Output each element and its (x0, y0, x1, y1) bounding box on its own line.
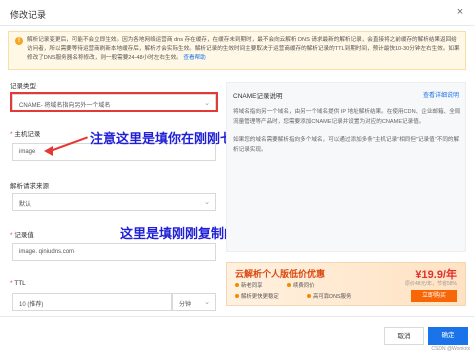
promo-feature-text: 续费同价 (293, 283, 315, 289)
info-detail-link[interactable]: 查看详细说明 (423, 90, 459, 99)
source-select[interactable]: 默认 ⌄ (12, 193, 216, 211)
buy-now-button[interactable]: 立即购买 (411, 290, 457, 302)
info-title: CNAME记录说明 (233, 93, 283, 100)
chevron-down-icon: ⌄ (204, 199, 210, 206)
source-label: 解析请求来源 (10, 183, 49, 190)
cname-info-panel: CNAME记录说明 查看详细说明 将域名指向另一个域名，由另一个域名提供 IP … (226, 82, 466, 252)
source-value: 默认 (19, 202, 32, 208)
host-value: image (19, 149, 36, 155)
chevron-down-icon: ⌄ (204, 299, 210, 306)
bullet-icon (235, 283, 239, 287)
dialog-title: 修改记录 (10, 10, 47, 20)
value-label: * 记录值 (10, 229, 34, 239)
notice-body: 解析记录变更后，可能不会立即生效。因为各地网络运营商 dns 存在缓存，在缓存未… (27, 37, 460, 61)
help-link[interactable]: 查看帮助 (183, 55, 205, 61)
host-label: * 主机记录 (10, 128, 40, 138)
ttl-unit-select[interactable]: 分钟 ⌄ (172, 293, 216, 311)
promo-banner[interactable]: 云解析个人版低价优惠 ¥19.9/年 原价48元/年，节省58% 新老同享 续费… (226, 262, 466, 306)
promo-original-price: 原价48元/年，节省58% (405, 281, 457, 287)
ttl-unit-value: 分钟 (179, 302, 192, 308)
ttl-label: * TTL (10, 280, 26, 287)
propagation-notice: ! 解析记录变更后，可能不会立即生效。因为各地网络运营商 dns 存在缓存，在缓… (8, 31, 466, 70)
info-body: 将域名指向另一个域名，由另一个域名提供 IP 地址解析结果。在使用CDN、企业邮… (233, 107, 461, 155)
dialog-footer: 取消 确定 (0, 316, 474, 354)
promo-title: 云解析个人版低价优惠 (235, 269, 326, 279)
ttl-value: 10 (推荐) (19, 302, 44, 308)
promo-feature: 新老同享 (235, 281, 263, 289)
ttl-label-text: TTL (14, 280, 26, 287)
warning-icon: ! (15, 37, 23, 45)
promo-feature: 续费同价 (287, 281, 315, 289)
required-mark: * (10, 232, 13, 239)
highlight-box (10, 92, 218, 112)
cancel-button[interactable]: 取消 (384, 327, 424, 345)
confirm-button[interactable]: 确定 (428, 327, 468, 345)
promo-feature-text: 高可靠DNS服务 (313, 294, 352, 300)
value-label-text: 记录值 (14, 232, 34, 239)
bullet-icon (287, 283, 291, 287)
host-label-text: 主机记录 (14, 131, 41, 138)
required-mark: * (10, 131, 13, 138)
info-paragraph-1: 将域名指向另一个域名，由另一个域名提供 IP 地址解析结果。在使用CDN、企业邮… (233, 109, 461, 125)
required-mark: * (10, 280, 13, 287)
notice-text: 解析记录变更后，可能不会立即生效。因为各地网络运营商 dns 存在缓存，在缓存未… (27, 36, 461, 63)
ttl-input[interactable]: 10 (推荐) (12, 293, 172, 311)
promo-feature: 高可靠DNS服务 (307, 292, 351, 300)
info-paragraph-2: 如果您的域名需要解析指向多个域名，可以通过添加多条"主机记录"相同但"记录值"不… (233, 137, 460, 153)
watermark: CSDN @Wonkrix (431, 346, 470, 352)
dialog-title-bar: 修改记录 × (0, 0, 474, 26)
record-value-input[interactable]: image. qiniudns.com (12, 243, 216, 261)
promo-feature-text: 解析更快更稳定 (241, 294, 279, 300)
edit-record-dialog: 修改记录 × ! 解析记录变更后，可能不会立即生效。因为各地网络运营商 dns … (0, 0, 474, 354)
close-icon[interactable]: × (454, 6, 466, 18)
record-type-label: 记录类型 (10, 83, 36, 90)
bullet-icon (307, 294, 311, 298)
bullet-icon (235, 294, 239, 298)
promo-feature: 解析更快更稳定 (235, 292, 279, 300)
record-value: image. qiniudns.com (19, 249, 75, 255)
promo-feature-text: 新老同享 (241, 283, 263, 289)
